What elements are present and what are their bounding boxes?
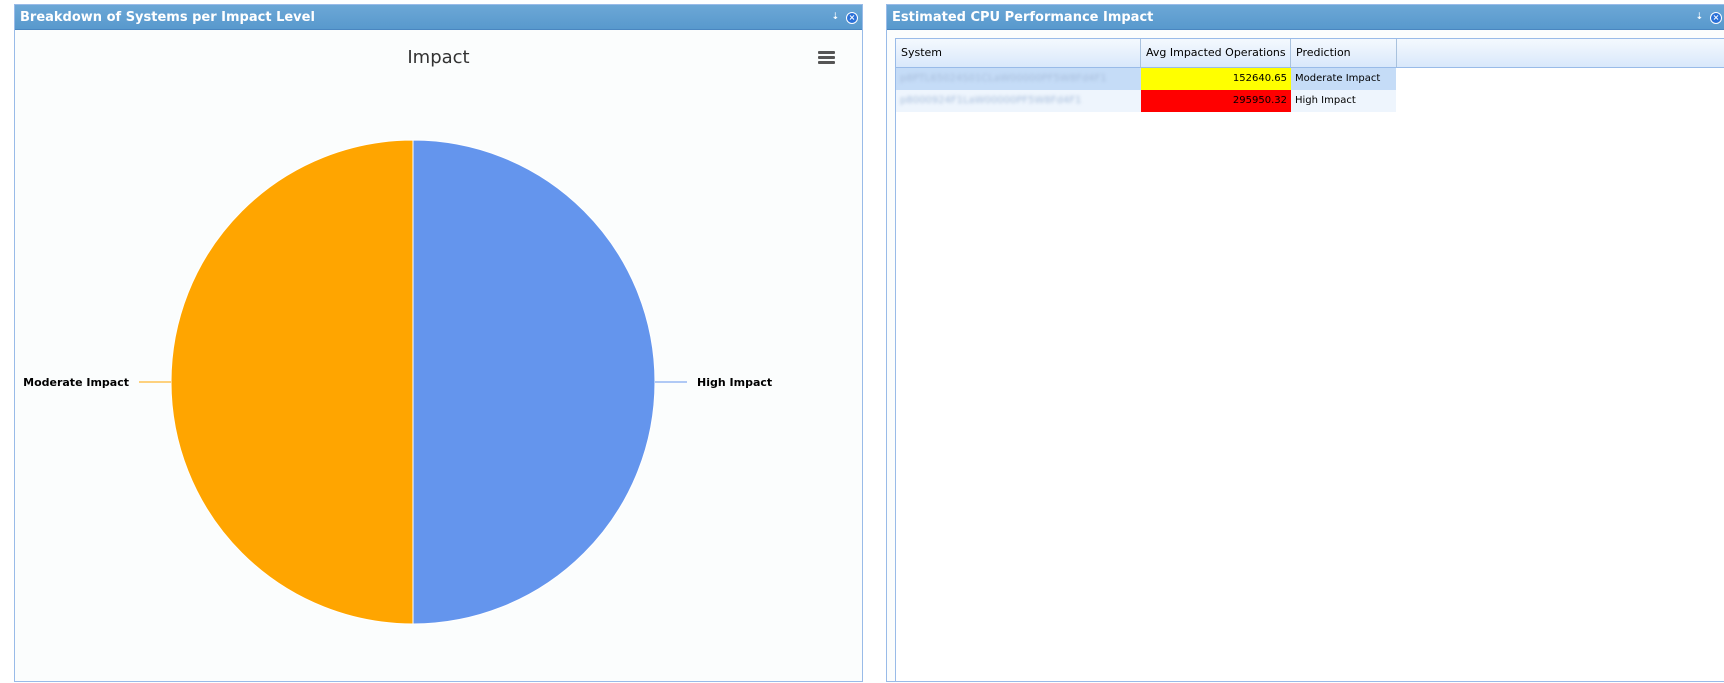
panel-header: Breakdown of Systems per Impact Level ⇣ …	[15, 5, 862, 30]
system-cell: p8PTL65024S01CLaW00000PF5W8Fd4F1	[900, 73, 1107, 84]
impact-breakdown-panel: Breakdown of Systems per Impact Level ⇣ …	[14, 4, 863, 682]
pie-chart: High Impact Moderate Impact	[23, 139, 772, 625]
system-cell: p8000924F1LaW00000PF5W8Fd4F1	[900, 95, 1082, 106]
pie-slice-moderate-impact[interactable]	[170, 139, 414, 625]
panel-title: Estimated CPU Performance Impact	[892, 10, 1154, 25]
pie-label: Moderate Impact	[23, 376, 129, 389]
chart-title: Impact	[407, 47, 470, 68]
hamburger-menu-icon[interactable]	[818, 51, 835, 65]
arrow-down-icon[interactable]: ⇣	[1695, 13, 1703, 22]
grid-header-row: System Avg Impacted Operations Predictio…	[896, 39, 1724, 68]
panel-title: Breakdown of Systems per Impact Level	[20, 10, 315, 25]
table-row[interactable]: p8000924F1LaW00000PF5W8Fd4F1 295950.32 H…	[896, 90, 1396, 112]
prediction-cell: Moderate Impact	[1295, 73, 1381, 84]
pie-label: High Impact	[697, 376, 772, 389]
cpu-impact-panel: Estimated CPU Performance Impact ⇣ × Sys…	[886, 4, 1724, 682]
arrow-down-icon[interactable]: ⇣	[831, 13, 839, 22]
avg-ops-cell: 295950.32	[1141, 90, 1291, 112]
data-grid: System Avg Impacted Operations Predictio…	[895, 38, 1724, 681]
chart-area: High Impact Moderate Impact Impact	[15, 31, 862, 681]
close-icon[interactable]: ×	[846, 11, 858, 24]
panel-header: Estimated CPU Performance Impact ⇣ ×	[887, 5, 1724, 30]
column-header-avg-ops[interactable]: Avg Impacted Operations	[1141, 39, 1291, 67]
prediction-cell: High Impact	[1295, 95, 1356, 106]
avg-ops-cell: 152640.65	[1141, 68, 1291, 90]
table-row[interactable]: p8PTL65024S01CLaW00000PF5W8Fd4F1 152640.…	[896, 68, 1396, 90]
column-header-prediction[interactable]: Prediction	[1291, 39, 1397, 67]
column-header-system[interactable]: System	[896, 39, 1141, 67]
pie-slice-high-impact[interactable]	[412, 139, 656, 625]
close-icon[interactable]: ×	[1710, 11, 1722, 24]
